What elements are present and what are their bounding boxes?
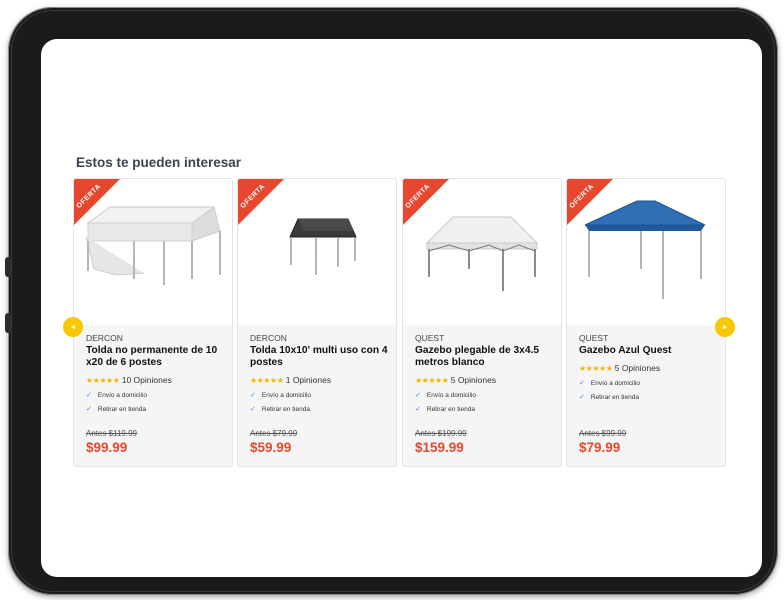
product-brand: DERCON: [250, 333, 287, 343]
star-icon: ★★★★★: [86, 376, 120, 385]
chevron-right-icon: ►: [721, 323, 729, 331]
old-price: Antes $199.99: [415, 429, 467, 438]
offer-ribbon: OFERTA: [74, 179, 120, 225]
offer-ribbon: OFERTA: [567, 179, 613, 225]
product-image[interactable]: OFERTA: [238, 179, 396, 325]
check-icon: ✓: [250, 406, 256, 413]
product-brand: QUEST: [579, 333, 609, 343]
product-image[interactable]: OFERTA: [403, 179, 561, 325]
old-price: Antes $99.99: [579, 429, 627, 438]
feature-pickup: ✓ Retirar en tienda: [415, 406, 475, 413]
check-icon: ✓: [86, 406, 92, 413]
volume-up-button: [5, 257, 11, 277]
product-brand: DERCON: [86, 333, 123, 343]
check-icon: ✓: [415, 392, 421, 399]
product-rating: ★★★★★ 5 Opiniones: [415, 375, 497, 385]
carousel-next-button[interactable]: ►: [715, 317, 735, 337]
price: $59.99: [250, 440, 292, 455]
product-card[interactable]: OFERTA QUEST Gazebo Azul Quest ★★★★★ 5 O…: [566, 178, 726, 467]
feature-pickup: ✓ Retirar en tienda: [579, 394, 639, 401]
tablet-frame: Estos te pueden interesar OFERTA DERCON …: [5, 7, 778, 595]
old-price: Antes $79.99: [250, 429, 298, 438]
product-name[interactable]: Tolda no permanente de 10 x20 de 6 postes: [86, 345, 224, 369]
screen: Estos te pueden interesar OFERTA DERCON …: [41, 39, 762, 577]
check-icon: ✓: [415, 406, 421, 413]
price: $79.99: [579, 440, 621, 455]
check-icon: ✓: [250, 392, 256, 399]
check-icon: ✓: [86, 392, 92, 399]
product-rating: ★★★★★ 10 Opiniones: [86, 375, 172, 385]
check-icon: ✓: [579, 394, 585, 401]
section-title: Estos te pueden interesar: [76, 155, 242, 170]
chevron-left-icon: ◄: [69, 323, 77, 331]
price: $159.99: [415, 440, 464, 455]
feature-pickup: ✓ Retirar en tienda: [86, 406, 146, 413]
offer-ribbon: OFERTA: [403, 179, 449, 225]
price: $99.99: [86, 440, 128, 455]
feature-delivery: ✓ Envío a domicilio: [415, 392, 477, 399]
product-rating: ★★★★★ 1 Opiniones: [250, 375, 332, 385]
check-icon: ✓: [579, 380, 585, 387]
product-image[interactable]: OFERTA: [567, 179, 725, 325]
star-icon: ★★★★★: [579, 364, 613, 373]
feature-delivery: ✓ Envío a domicilio: [250, 392, 312, 399]
star-icon: ★★★★★: [415, 376, 449, 385]
carousel-prev-button[interactable]: ◄: [63, 317, 83, 337]
product-brand: QUEST: [415, 333, 445, 343]
product-card[interactable]: OFERTA DERCON Tolda 10x10' multi uso con…: [237, 178, 397, 467]
volume-down-button: [5, 313, 11, 333]
feature-delivery: ✓ Envío a domicilio: [579, 380, 641, 387]
product-name[interactable]: Tolda 10x10' multi uso con 4 postes: [250, 345, 388, 369]
product-image[interactable]: OFERTA: [74, 179, 232, 325]
product-card[interactable]: OFERTA DERCON Tolda no permanente de 10 x…: [73, 178, 233, 467]
feature-pickup: ✓ Retirar en tienda: [250, 406, 310, 413]
old-price: Antes $119.99: [86, 429, 138, 438]
product-rating: ★★★★★ 5 Opiniones: [579, 363, 661, 373]
star-icon: ★★★★★: [250, 376, 284, 385]
offer-ribbon: OFERTA: [238, 179, 284, 225]
feature-delivery: ✓ Envío a domicilio: [86, 392, 148, 399]
product-name[interactable]: Gazebo plegable de 3x4.5 metros blanco: [415, 345, 553, 369]
product-name[interactable]: Gazebo Azul Quest: [579, 345, 717, 357]
product-card[interactable]: OFERTA QUEST Gazebo plegable de 3x4.5 met…: [402, 178, 562, 467]
